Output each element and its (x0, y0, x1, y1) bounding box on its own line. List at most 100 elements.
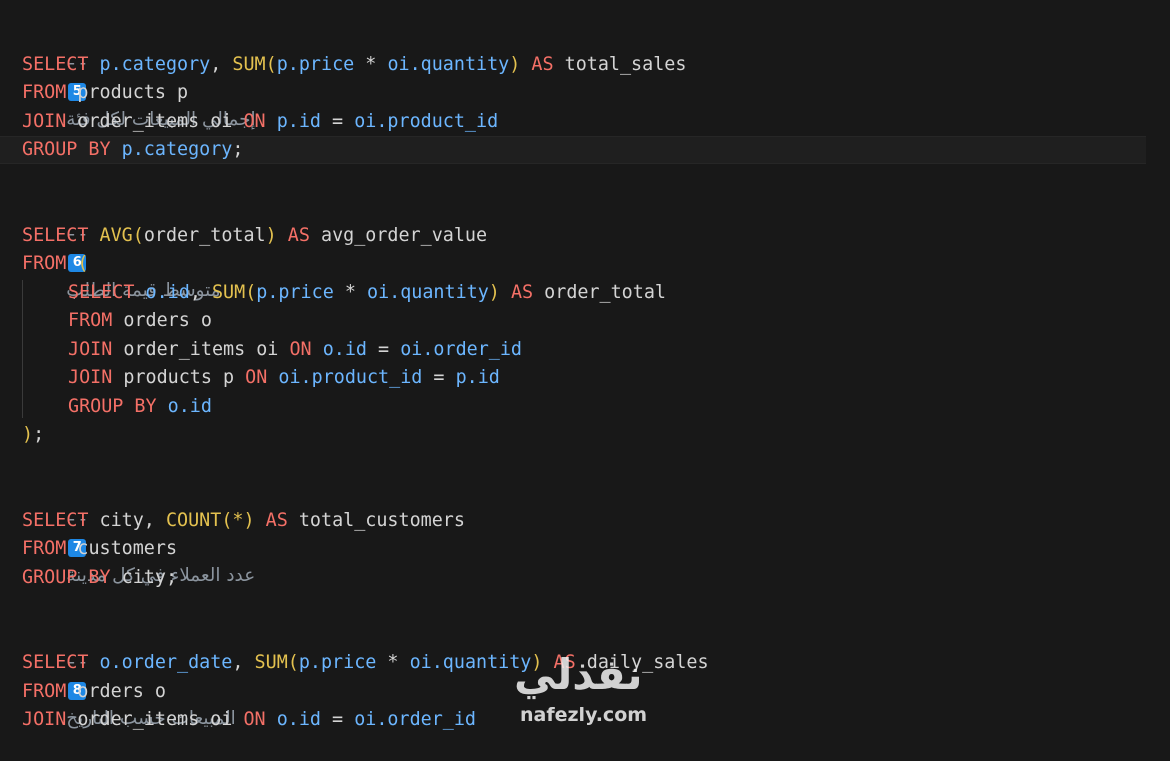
op: * (354, 54, 388, 75)
op: = (422, 367, 456, 388)
code-line: JOIN order_items oi ON o.id = oi.order_i… (68, 336, 522, 364)
ident: oi.order_id (400, 339, 522, 360)
text: order_items oi (66, 709, 244, 730)
kw: AS (287, 225, 310, 246)
punct: , (232, 652, 255, 673)
func: SUM (211, 282, 246, 303)
punct: ; (232, 139, 244, 160)
kw: SELECT (22, 510, 89, 531)
kw: ON (245, 367, 268, 388)
func: SUM (232, 54, 266, 75)
text: avg_order_value (309, 225, 488, 246)
indent-guide (22, 280, 23, 418)
ident: oi.order_id (354, 709, 476, 730)
kw: SELECT (22, 54, 89, 75)
sp (66, 253, 77, 274)
ident: p.id (455, 367, 500, 388)
text: order_total (143, 225, 266, 246)
func: SUM (254, 652, 288, 673)
text: order_items oi (66, 111, 244, 132)
paren: ) (265, 225, 277, 246)
punct: , (189, 282, 212, 303)
ident: p.category (121, 139, 233, 160)
kw: GROUP BY (22, 567, 111, 588)
sp (134, 282, 145, 303)
code-line: JOIN order_items oi ON p.id = oi.product… (22, 108, 498, 136)
op: = (320, 111, 355, 132)
ident: o.id (167, 396, 212, 417)
text: products p (112, 367, 246, 388)
kw: AS (265, 510, 288, 531)
ident: o.order_date (99, 652, 233, 673)
ident: p.price (256, 282, 334, 303)
kw: ON (289, 339, 312, 360)
sp (255, 510, 266, 531)
paren: (*) (221, 510, 255, 531)
code-line: SELECT AVG(order_total) AS avg_order_val… (22, 222, 487, 250)
text: total_customers (287, 510, 465, 531)
paren: ( (132, 225, 144, 246)
watermark-arabic: نفذلي (514, 650, 644, 699)
kw: FROM (22, 681, 67, 702)
ident: o.id (276, 709, 321, 730)
kw: JOIN (22, 111, 67, 132)
kw: JOIN (68, 367, 113, 388)
kw: JOIN (68, 339, 113, 360)
op: * (376, 652, 410, 673)
paren: ) (22, 424, 34, 445)
kw: ON (243, 111, 266, 132)
sp (111, 139, 122, 160)
code-line: FROM orders o (22, 678, 166, 706)
paren: ( (265, 54, 277, 75)
sp (266, 111, 277, 132)
paren: ) (488, 282, 500, 303)
code-line: GROUP BY city; (22, 564, 177, 592)
code-line: JOIN products p ON oi.product_id = p.id (68, 364, 500, 392)
text: city; (110, 567, 178, 588)
code-line: FROM products p (22, 79, 188, 107)
paren: ( (287, 652, 299, 673)
text: orders o (66, 681, 166, 702)
ident: p.price (276, 54, 355, 75)
comment-line: -- 8 المبيعات حسب التاريخ (22, 621, 236, 729)
kw: GROUP BY (22, 139, 111, 160)
code-line: FROM orders o (68, 307, 212, 335)
sp (88, 225, 99, 246)
kw: SELECT (68, 282, 135, 303)
func: AVG (99, 225, 133, 246)
kw: ON (243, 709, 266, 730)
text: total_sales (553, 54, 687, 75)
op: = (366, 339, 401, 360)
code-line: FROM customers (22, 535, 177, 563)
ident: oi.quantity (387, 54, 510, 75)
kw: FROM (68, 310, 113, 331)
ident: oi.quantity (367, 282, 489, 303)
kw: FROM (22, 538, 67, 559)
paren: ( (77, 253, 89, 274)
code-line: SELECT o.id, SUM(p.price * oi.quantity) … (68, 279, 666, 307)
paren: ) (509, 54, 521, 75)
code-editor[interactable]: -- 5 إجمالي المبيعات لكل فئة SELECT p.ca… (0, 0, 1170, 730)
func: COUNT (165, 510, 222, 531)
current-line[interactable]: GROUP BY p.category; (0, 136, 1146, 164)
text: customers (66, 538, 178, 559)
comment-line: -- 5 إجمالي المبيعات لكل فئة (22, 22, 256, 130)
nafezly-watermark-logo: نفذلي nafezly.com (508, 650, 668, 730)
kw: FROM (22, 82, 67, 103)
op: * (333, 282, 367, 303)
sp (500, 282, 511, 303)
op: = (320, 709, 355, 730)
punct: ; (33, 424, 45, 445)
sp (267, 367, 278, 388)
comment-line: -- 7 عدد العملاء في كل مدينة (22, 478, 255, 586)
kw: SELECT (22, 652, 89, 673)
ident: o.id (145, 282, 190, 303)
text: orders o (112, 310, 212, 331)
code-line: ); (22, 421, 44, 449)
watermark-latin: nafezly.com (520, 704, 648, 726)
code-line: FROM ( (22, 250, 88, 278)
kw: GROUP BY (68, 396, 157, 417)
sp (266, 709, 277, 730)
sp (157, 396, 168, 417)
text: order_items oi (112, 339, 290, 360)
